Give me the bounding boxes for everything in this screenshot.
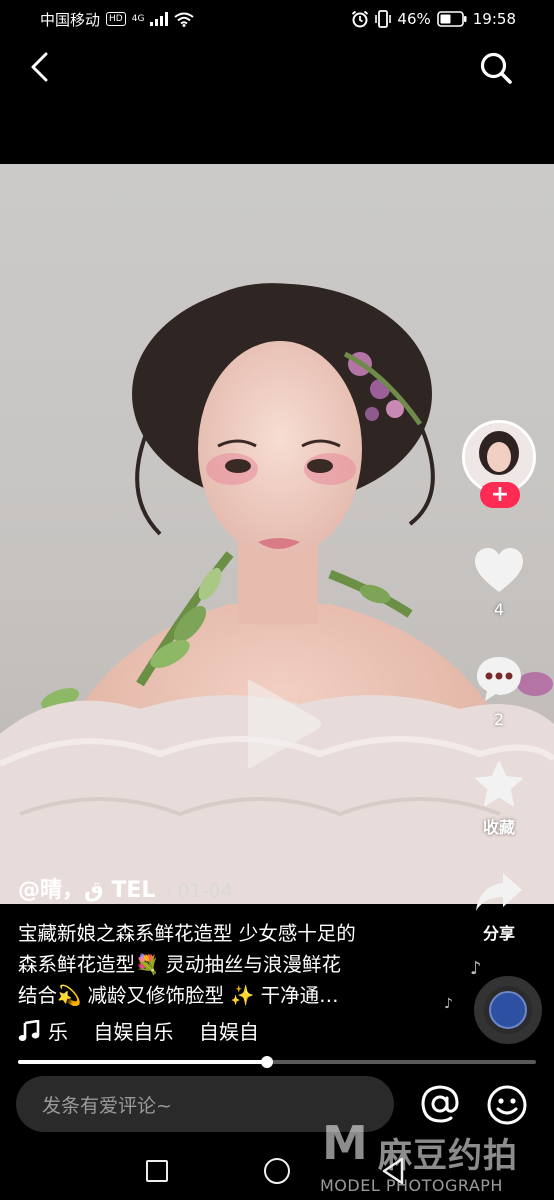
music-disc-cover (489, 991, 527, 1029)
home-icon[interactable] (264, 1158, 290, 1184)
battery-icon (436, 11, 467, 27)
progress-knob[interactable] (260, 1056, 273, 1068)
play-icon[interactable] (236, 674, 326, 774)
carrier-name: 中国移动 (40, 10, 101, 29)
music-title: 乐 自娱自乐 自娱自 (48, 1020, 259, 1044)
music-disc[interactable] (474, 976, 542, 1044)
star-icon (475, 761, 523, 806)
caption-line: 宝藏新娘之森系鲜花造型 少女感十足的 (18, 922, 356, 945)
post-caption[interactable]: 宝藏新娘之森系鲜花造型 少女感十足的 森系鲜花造型💐 灵动抽丝与浪漫鲜花 结合💫… (18, 918, 438, 1011)
floating-note-icon: ♪ (444, 996, 453, 1012)
wifi-icon (174, 12, 195, 27)
vibrate-icon (375, 10, 392, 28)
hd-badge: HD (106, 12, 126, 26)
alarm-icon (352, 10, 369, 28)
comment-button[interactable]: 2 (462, 654, 536, 729)
avatar-image (465, 423, 533, 491)
share-button[interactable]: 分享 (462, 870, 536, 944)
favorite-button[interactable]: 收藏 (462, 760, 536, 838)
status-bar: 中国移动 HD 4G 46% 19:58 (0, 0, 554, 38)
signal-icon (150, 12, 169, 26)
back-chevron-icon[interactable] (24, 50, 58, 84)
comment-count: 2 (493, 710, 505, 729)
nav-back-icon[interactable] (380, 1156, 406, 1186)
favorite-label: 收藏 (482, 818, 515, 837)
caption-line: 森系鲜花造型💐 灵动抽丝与浪漫鲜花 (18, 953, 341, 976)
comment-bubble-icon (477, 657, 521, 701)
status-right: 46% 19:58 (351, 10, 516, 28)
system-nav-bar (0, 1146, 554, 1200)
share-arrow-icon (476, 873, 522, 911)
progress-fill (18, 1060, 267, 1064)
share-label: 分享 (482, 924, 515, 943)
comment-placeholder: 发条有爱评论~ (42, 1094, 172, 1117)
battery-percent: 46% (397, 10, 431, 28)
status-left: 中国移动 HD 4G (40, 9, 195, 30)
like-count: 4 (493, 600, 505, 619)
like-button[interactable]: 4 (462, 546, 536, 619)
post-date: · 01-04 (165, 880, 233, 902)
top-nav (0, 44, 554, 92)
caption-line: 结合💫 减龄又修饰脸型 ✨ 干净通… (18, 984, 339, 1007)
recents-icon[interactable] (146, 1160, 168, 1182)
music-row[interactable]: 乐 自娱自乐 自娱自 (18, 1016, 259, 1045)
clock: 19:58 (472, 10, 516, 28)
video-progress-bar[interactable] (18, 1056, 536, 1068)
heart-icon (475, 548, 523, 592)
search-icon[interactable] (478, 50, 514, 86)
author-row: @晴，ق TEL · 01-04 (18, 872, 233, 904)
music-note-icon (18, 1019, 40, 1041)
network-type: 4G (131, 14, 145, 24)
follow-plus: + (490, 482, 510, 507)
follow-button[interactable]: + (480, 482, 520, 508)
floating-note-icon: ♪ (470, 958, 482, 979)
author-name[interactable]: @晴，ق TEL (18, 872, 155, 904)
